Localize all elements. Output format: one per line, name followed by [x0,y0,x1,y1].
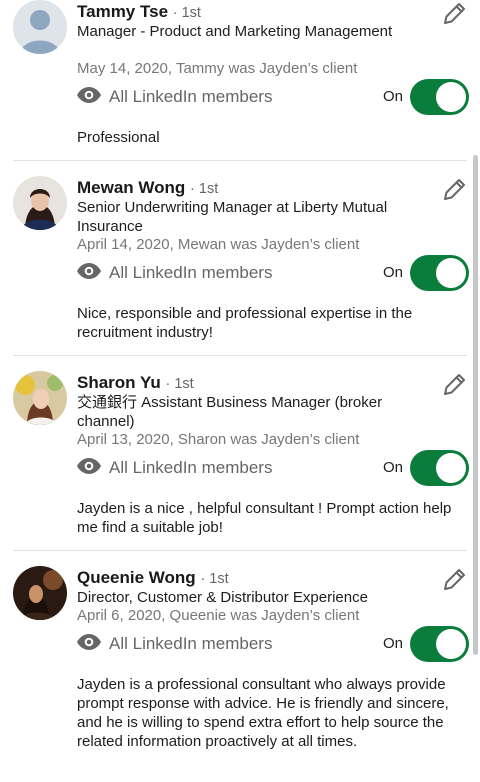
toggle-knob [436,258,466,288]
avatar[interactable] [13,176,67,230]
recommendation-text: Professional [77,129,160,146]
connection-degree: · 1st [200,571,229,587]
edit-button[interactable] [440,371,468,399]
edit-button[interactable] [440,0,468,28]
visibility-toggle[interactable] [410,450,469,486]
eye-icon [77,86,101,108]
scrollbar[interactable] [473,155,478,655]
recommender-headline: Director, Customer & Distributor Experie… [77,589,368,606]
visibility-label: All LinkedIn members [109,87,273,106]
toggle-knob [436,629,466,659]
eye-icon [77,262,101,284]
pencil-icon [440,569,468,598]
avatar[interactable] [13,566,67,620]
connection-degree: · 1st [190,181,219,197]
visibility-setting: All LinkedIn members [77,85,272,109]
toggle-knob [436,82,466,112]
visibility-toggle[interactable] [410,626,469,662]
edit-button[interactable] [440,176,468,204]
visibility-toggle[interactable] [410,79,469,115]
divider [13,355,467,356]
connection-degree: · 1st [165,376,194,392]
avatar[interactable] [13,371,67,425]
recommendation-text: Jayden is a nice , helpful consultant ! … [77,500,452,536]
recommender-name[interactable]: Tammy Tse [77,2,168,21]
recommender-headline: 交通銀行 Assistant Business Manager (broker … [77,394,383,430]
recommendation-date: April 6, 2020, Queenie was Jayden’s clie… [77,607,360,624]
name-line: Queenie Wong · 1st [77,568,229,588]
name-line: Tammy Tse · 1st [77,2,201,22]
divider [13,550,467,551]
visibility-label: All LinkedIn members [109,263,273,282]
toggle-knob [436,453,466,483]
recommendation-text: Nice, responsible and professional exper… [77,305,413,341]
toggle-state-label: On [383,459,404,476]
avatar[interactable] [13,0,67,54]
recommendation-date: April 13, 2020, Sharon was Jayden’s clie… [77,431,360,448]
toggle-state-label: On [383,88,404,105]
visibility-toggle[interactable] [410,255,469,291]
visibility-setting: All LinkedIn members [77,456,272,480]
toggle-state-label: On [383,264,404,281]
pencil-icon [440,374,468,403]
recommendation-date: May 14, 2020, Tammy was Jayden’s client [77,60,358,77]
eye-icon [77,633,101,655]
connection-degree: · 1st [172,5,201,21]
toggle-state-label: On [383,635,404,652]
visibility-setting: All LinkedIn members [77,632,272,656]
pencil-icon [440,3,468,32]
visibility-label: All LinkedIn members [109,458,273,477]
name-line: Sharon Yu · 1st [77,373,194,393]
visibility-setting: All LinkedIn members [77,261,272,285]
edit-button[interactable] [440,566,468,594]
recommender-name[interactable]: Mewan Wong [77,178,185,197]
recommender-headline: Manager - Product and Marketing Manageme… [77,23,393,40]
eye-icon [77,457,101,479]
recommendation-date: April 14, 2020, Mewan was Jayden’s clien… [77,236,360,253]
recommender-name[interactable]: Sharon Yu [77,373,161,392]
recommendation-text: Jayden is a professional consultant who … [77,676,449,750]
pencil-icon [440,179,468,208]
recommender-name[interactable]: Queenie Wong [77,568,196,587]
visibility-label: All LinkedIn members [109,634,273,653]
recommender-headline: Senior Underwriting Manager at Liberty M… [77,199,388,235]
divider [13,160,467,161]
name-line: Mewan Wong · 1st [77,178,218,198]
